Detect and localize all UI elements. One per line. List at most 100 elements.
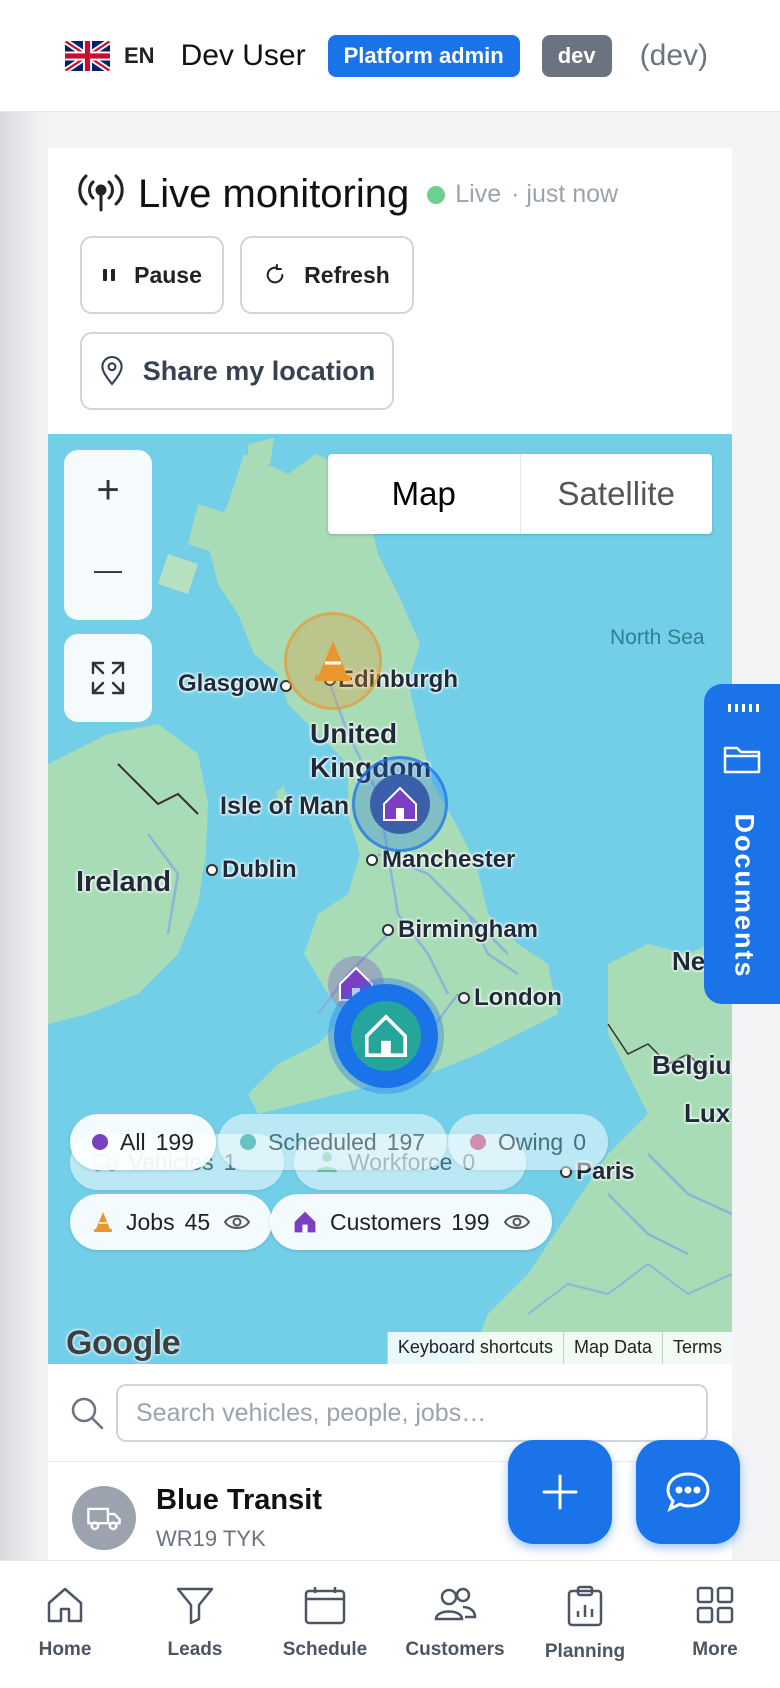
layer-customers-count: 199	[451, 1208, 490, 1235]
pause-button[interactable]: Pause	[80, 236, 224, 314]
map-attribution: Keyboard shortcuts Map Data Terms	[386, 1332, 732, 1364]
traffic-cone-icon	[94, 1212, 112, 1232]
filter-icon	[176, 1587, 214, 1625]
label-ireland: Ireland	[76, 866, 172, 898]
pause-label: Pause	[134, 261, 202, 288]
zoom-in-button[interactable]: +	[64, 450, 152, 530]
nav-customers-label: Customers	[405, 1639, 505, 1660]
eye-icon[interactable]	[224, 1213, 251, 1231]
house-icon	[365, 1014, 407, 1057]
city-dot-manchester	[366, 854, 378, 866]
broadcast-icon	[78, 172, 124, 217]
calendar-icon	[304, 1587, 346, 1625]
live-monitoring-card: Live monitoring Live · just now Pause Re…	[48, 148, 732, 1568]
city-dot-london	[458, 992, 470, 1004]
list-item-title: Blue Transit	[156, 1484, 322, 1516]
chat-button[interactable]	[636, 1440, 740, 1544]
nav-leads[interactable]: Leads	[130, 1561, 260, 1688]
filter-scheduled-count: 197	[386, 1128, 426, 1155]
filter-owing-label: Owing	[498, 1128, 564, 1155]
side-shade	[0, 0, 48, 1688]
label-luxembourg: Lux	[684, 1098, 731, 1128]
owing-dot	[470, 1134, 486, 1150]
customer-cluster-marker[interactable]	[352, 756, 448, 852]
job-cluster-marker[interactable]	[284, 612, 382, 710]
user-name: Dev User	[180, 38, 306, 72]
bottom-nav: Home Leads Schedule Customers Planning M…	[0, 1560, 780, 1688]
grid-icon	[696, 1586, 734, 1624]
share-location-button[interactable]: Share my location	[80, 332, 394, 410]
map-type-satellite[interactable]: Satellite	[521, 454, 713, 534]
users-icon	[434, 1587, 477, 1621]
home-icon	[47, 1587, 83, 1623]
label-glasgow: Glasgow	[178, 670, 279, 697]
label-belgium: Belgiu	[652, 1050, 732, 1080]
plus-icon	[542, 1474, 578, 1510]
search-row: Search vehicles, people, jobs…	[48, 1366, 732, 1462]
location-pin-icon	[100, 356, 123, 386]
layer-jobs[interactable]: Jobs 45	[70, 1194, 273, 1250]
scheduled-dot	[240, 1134, 256, 1150]
label-dublin: Dublin	[222, 856, 297, 883]
fullscreen-button[interactable]	[64, 634, 152, 722]
eye-icon[interactable]	[503, 1213, 530, 1231]
nav-schedule-label: Schedule	[282, 1639, 368, 1660]
live-status: Live	[455, 180, 502, 208]
top-header: EN Dev User Platform admin dev (dev)	[0, 0, 780, 112]
refresh-button[interactable]: Refresh	[240, 236, 414, 314]
label-uk-line1: United	[310, 718, 398, 749]
keyboard-shortcuts-link[interactable]: Keyboard shortcuts	[386, 1332, 563, 1364]
truck-icon	[87, 1507, 121, 1531]
map-data-link[interactable]: Map Data	[562, 1332, 662, 1364]
city-dot-birmingham	[382, 924, 394, 936]
nav-schedule[interactable]: Schedule	[260, 1561, 390, 1688]
filter-scheduled-label: Scheduled	[268, 1128, 377, 1155]
zoom-control: + —	[64, 450, 152, 620]
live-status-dot	[427, 185, 446, 204]
filter-all[interactable]: All 199	[70, 1114, 216, 1170]
chat-icon	[666, 1472, 710, 1513]
role-badge: Platform admin	[327, 34, 520, 77]
map-type-map[interactable]: Map	[328, 454, 521, 534]
city-dot-dublin	[206, 864, 218, 876]
label-isle-of-man: Isle of Man	[220, 792, 350, 820]
nav-home-label: Home	[38, 1639, 92, 1660]
nav-customers[interactable]: Customers	[390, 1561, 520, 1688]
page-title: Live monitoring	[138, 172, 410, 216]
nav-home[interactable]: Home	[0, 1561, 130, 1688]
scheduled-cluster-marker[interactable]	[334, 984, 438, 1088]
nav-planning[interactable]: Planning	[520, 1561, 650, 1688]
map-view[interactable]: + — Map Satellite North Sea Glasgow Edin…	[48, 434, 732, 1364]
nav-more[interactable]: More	[650, 1561, 780, 1688]
uk-flag-icon[interactable]	[65, 40, 110, 71]
all-dot	[92, 1134, 108, 1150]
language-code[interactable]: EN	[124, 43, 155, 69]
filter-owing[interactable]: Owing 0	[448, 1114, 608, 1170]
layer-jobs-count: 45	[184, 1208, 211, 1235]
vehicle-avatar	[72, 1486, 136, 1550]
google-logo: Google	[66, 1324, 181, 1362]
layer-customers[interactable]: Customers 199	[270, 1194, 552, 1250]
house-icon	[294, 1211, 316, 1233]
filter-scheduled[interactable]: Scheduled 197	[218, 1114, 448, 1170]
label-birmingham: Birmingham	[398, 916, 539, 943]
documents-tab[interactable]: Documents	[704, 684, 780, 1004]
clipboard-chart-icon	[567, 1585, 603, 1627]
env-text: (dev)	[639, 38, 709, 72]
layer-jobs-label: Jobs	[126, 1208, 175, 1235]
env-badge: dev	[541, 34, 612, 77]
filter-all-count: 199	[155, 1128, 194, 1155]
map-type-toggle: Map Satellite	[328, 454, 712, 534]
refresh-icon	[266, 264, 284, 284]
list-item[interactable]: Blue Transit WR19 TYK	[48, 1464, 732, 1574]
label-london: London	[474, 984, 562, 1011]
nav-leads-label: Leads	[167, 1639, 223, 1660]
search-input[interactable]: Search vehicles, people, jobs…	[116, 1384, 708, 1442]
share-location-label: Share my location	[142, 355, 376, 386]
terms-link[interactable]: Terms	[662, 1332, 732, 1364]
add-button[interactable]	[508, 1440, 612, 1544]
zoom-out-button[interactable]: —	[64, 530, 152, 610]
documents-label: Documents	[729, 813, 760, 979]
traffic-cone-icon	[315, 641, 351, 681]
fullscreen-icon	[91, 661, 125, 695]
